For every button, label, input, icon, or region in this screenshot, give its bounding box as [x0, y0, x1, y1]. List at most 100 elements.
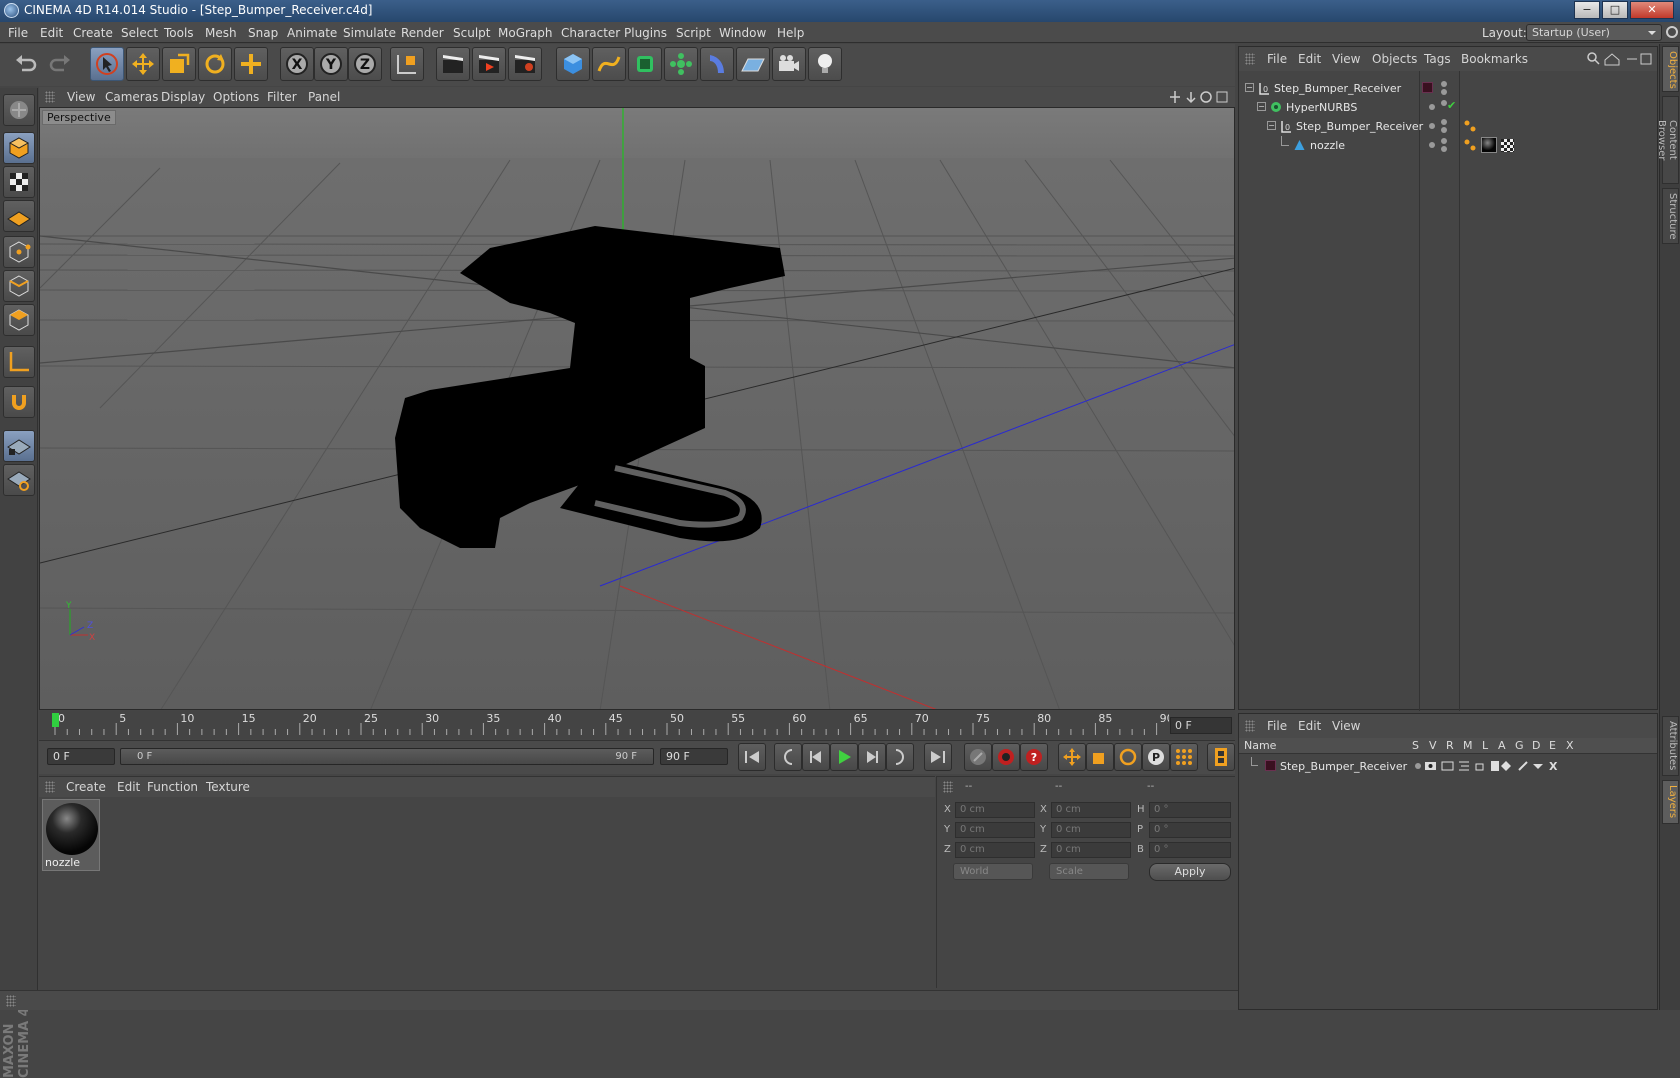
preview-range-slider[interactable]: 0 F 90 F — [120, 748, 654, 765]
menu-snap[interactable]: Snap — [248, 26, 278, 40]
coord-rot-b-field[interactable]: 0 ° — [1149, 842, 1231, 858]
viewport-menu-panel[interactable]: Panel — [308, 90, 340, 104]
layer-color-swatch[interactable] — [1265, 760, 1276, 771]
add-scene-button[interactable] — [736, 47, 770, 81]
material-menu-edit[interactable]: Edit — [117, 780, 140, 794]
layer-col-xref[interactable]: X — [1566, 739, 1574, 752]
panel-grip-icon[interactable] — [943, 781, 953, 793]
tab-content-browser[interactable]: Content Browser — [1656, 96, 1679, 184]
objects-search-home-icons[interactable] — [1587, 52, 1657, 66]
planar-workplane-button[interactable] — [3, 464, 35, 496]
menu-mograph[interactable]: MoGraph — [498, 26, 553, 40]
start-frame-field[interactable]: 0 F — [47, 748, 115, 765]
material-swatch[interactable]: nozzle — [42, 799, 100, 871]
tab-attributes[interactable]: Attributes — [1662, 716, 1679, 776]
end-frame-field[interactable]: 90 F — [660, 748, 728, 765]
add-array-button[interactable] — [664, 47, 698, 81]
layer-col-manager[interactable]: M — [1463, 739, 1473, 752]
panel-grip-icon[interactable] — [45, 781, 55, 793]
key-rotation-toggle[interactable] — [1114, 743, 1142, 771]
layer-col-generators[interactable]: G — [1515, 739, 1524, 752]
layer-row[interactable]: Step_Bumper_Receiver X — [1239, 757, 1657, 776]
redo-button[interactable] — [44, 47, 78, 81]
layers-menu-edit[interactable]: Edit — [1298, 719, 1321, 733]
viewport-nav-icons[interactable] — [1169, 90, 1231, 104]
goto-start-button[interactable] — [738, 743, 766, 771]
menu-mesh[interactable]: Mesh — [205, 26, 237, 40]
next-frame-button[interactable] — [858, 743, 886, 771]
prev-frame-button[interactable] — [802, 743, 830, 771]
coord-rot-p-field[interactable]: 0 ° — [1149, 822, 1231, 838]
menu-tools[interactable]: Tools — [164, 26, 194, 40]
key-parameter-toggle[interactable]: P — [1142, 743, 1170, 771]
undo-button[interactable] — [8, 47, 42, 81]
menu-window[interactable]: Window — [719, 26, 766, 40]
axis-mode-button[interactable] — [3, 346, 35, 378]
objects-menu-edit[interactable]: Edit — [1298, 52, 1321, 66]
add-spline-button[interactable] — [592, 47, 626, 81]
z-axis-lock[interactable]: Z — [348, 47, 382, 81]
coord-rot-h-field[interactable]: 0 ° — [1149, 802, 1231, 818]
coord-mode-dropdown[interactable]: World — [953, 863, 1033, 880]
render-view-button[interactable] — [436, 47, 470, 81]
collapse-toggle-icon[interactable]: − — [1245, 83, 1254, 92]
menu-script[interactable]: Script — [676, 26, 711, 40]
workplane-lock-button[interactable] — [3, 430, 35, 462]
phong-tag-icon[interactable] — [1463, 138, 1477, 152]
coord-size-y-field[interactable]: 0 cm — [1051, 822, 1131, 838]
make-editable-button[interactable] — [3, 94, 35, 126]
tab-layers[interactable]: Layers — [1662, 780, 1679, 824]
object-row[interactable]: − 0 Step_Bumper_Receiver — [1239, 117, 1657, 136]
texture-mode-button[interactable] — [3, 166, 35, 198]
timeline-playhead[interactable] — [52, 713, 59, 727]
viewport-menu-filter[interactable]: Filter — [267, 90, 297, 104]
viewport-menu-cameras[interactable]: Cameras — [105, 90, 158, 104]
material-menu-function[interactable]: Function — [147, 780, 198, 794]
material-menu-create[interactable]: Create — [66, 780, 106, 794]
viewport-menu-options[interactable]: Options — [213, 90, 259, 104]
autokey-button[interactable] — [992, 743, 1020, 771]
maximize-button[interactable]: □ — [1602, 1, 1628, 19]
menu-plugins[interactable]: Plugins — [624, 26, 667, 40]
workplane-mode-button[interactable] — [3, 200, 35, 232]
keyframe-selection-button[interactable]: ? — [1020, 743, 1048, 771]
menu-sculpt[interactable]: Sculpt — [453, 26, 490, 40]
layer-col-view[interactable]: V — [1429, 739, 1437, 752]
coord-size-z-field[interactable]: 0 cm — [1051, 842, 1131, 858]
object-row[interactable]: − 0 Step_Bumper_Receiver — [1239, 79, 1657, 98]
add-light-button[interactable] — [808, 47, 842, 81]
points-mode-button[interactable] — [3, 236, 35, 268]
coord-transform-dropdown[interactable]: Scale — [1049, 863, 1129, 880]
timeline-window-button[interactable] — [1207, 743, 1235, 771]
menu-help[interactable]: Help — [777, 26, 804, 40]
model-mode-button[interactable] — [3, 132, 35, 164]
menu-animate[interactable]: Animate — [287, 26, 337, 40]
layer-color-swatch[interactable] — [1422, 82, 1433, 93]
objects-menu-objects[interactable]: Objects — [1372, 52, 1417, 66]
timeline-ruler[interactable]: 0 5 10 15 20 25 30 35 40 45 50 55 60 65 70 75 80 85 90 — [39, 711, 1235, 739]
add-camera-button[interactable] — [772, 47, 806, 81]
panel-grip-icon[interactable] — [45, 91, 55, 103]
layers-menu-file[interactable]: File — [1267, 719, 1287, 733]
layer-col-render[interactable]: R — [1446, 739, 1454, 752]
play-button[interactable] — [830, 743, 858, 771]
layer-col-locked[interactable]: L — [1482, 739, 1488, 752]
apply-button[interactable]: Apply — [1149, 863, 1231, 881]
panel-grip-icon[interactable] — [1245, 53, 1255, 65]
layer-col-deformers[interactable]: D — [1532, 739, 1540, 752]
scale-tool[interactable] — [162, 47, 196, 81]
material-menu-texture[interactable]: Texture — [206, 780, 250, 794]
material-tag-icon[interactable] — [1481, 137, 1497, 153]
polygons-mode-button[interactable] — [3, 304, 35, 336]
collapse-toggle-icon[interactable]: − — [1267, 121, 1276, 130]
menu-select[interactable]: Select — [121, 26, 158, 40]
perspective-viewport[interactable]: Y Z X Perspective — [39, 107, 1235, 710]
object-row[interactable]: − HyperNURBS ✔ — [1239, 98, 1657, 117]
y-axis-lock[interactable]: Y — [314, 47, 348, 81]
record-keys-button[interactable] — [964, 743, 992, 771]
objects-menu-file[interactable]: File — [1267, 52, 1287, 66]
prev-keyframe-button[interactable] — [774, 743, 802, 771]
render-picture-viewer-button[interactable] — [472, 47, 506, 81]
close-button[interactable]: ✕ — [1630, 1, 1674, 19]
move-tool[interactable] — [126, 47, 160, 81]
